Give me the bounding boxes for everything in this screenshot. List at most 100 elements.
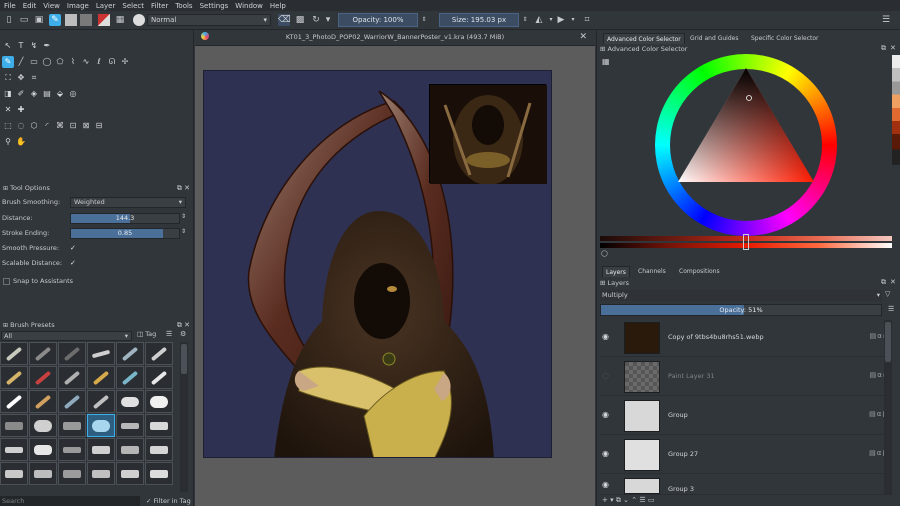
settings-icon[interactable]: ☰	[880, 14, 892, 26]
size-stepper-icon[interactable]: ⇕	[519, 14, 531, 26]
layer-group-row[interactable]: ◉ Group ▤α▦	[600, 397, 892, 435]
brush-preset[interactable]	[58, 414, 86, 437]
brush-preset[interactable]	[29, 414, 57, 437]
tag-selector[interactable]: ◫ Tag	[137, 330, 156, 338]
float-icon[interactable]: ⧉	[881, 278, 886, 287]
brush-preset[interactable]	[116, 414, 144, 437]
brush-tool-icon[interactable]: ✎	[49, 14, 61, 26]
reference-tool-icon[interactable]: ✚	[15, 104, 27, 116]
foreground-color-swatch[interactable]	[65, 14, 77, 26]
brush-filter-select[interactable]: All ▾	[1, 331, 132, 341]
menu-layer[interactable]: Layer	[96, 2, 116, 10]
brush-preset[interactable]	[145, 462, 173, 485]
menu-view[interactable]: View	[43, 2, 60, 10]
smooth-pressure-checkbox[interactable]: ✓	[70, 244, 76, 252]
polyline-tool-icon[interactable]: ⌇	[67, 56, 79, 68]
bezier-select-icon[interactable]: ⊠	[80, 120, 92, 132]
color-picker-icon[interactable]: ✐	[15, 88, 27, 100]
delete-layer-icon[interactable]: ▭	[648, 496, 655, 504]
close-icon[interactable]: ✕	[184, 321, 190, 329]
saturation-value-triangle[interactable]	[670, 66, 822, 186]
transform-tool-icon[interactable]: ⛶	[2, 72, 14, 84]
close-icon[interactable]: ✕	[579, 32, 587, 42]
fill-tool-icon[interactable]: ⬙	[54, 88, 66, 100]
settings-icon[interactable]: ⚙	[180, 330, 186, 338]
tab-layers[interactable]: Layers	[602, 266, 630, 277]
layer-blend-mode-select[interactable]: Multiply ▾	[600, 290, 882, 301]
chevron-down-icon[interactable]: ▾	[610, 496, 614, 504]
edit-shapes-icon[interactable]: ↯	[28, 40, 40, 52]
eye-hidden-icon[interactable]: ◌	[602, 371, 609, 380]
snap-checkbox[interactable]	[3, 278, 10, 285]
tab-grid-and-guides[interactable]: Grid and Guides	[687, 33, 741, 44]
brush-preset[interactable]	[87, 438, 115, 461]
menu-help[interactable]: Help	[270, 2, 286, 10]
magnetic-select-icon[interactable]: ⊟	[93, 120, 105, 132]
eye-icon[interactable]: ◉	[602, 449, 609, 458]
stepper-icon[interactable]: ⇕	[181, 228, 186, 235]
layer-group-row[interactable]: ◉ Group 3	[600, 475, 892, 495]
brush-preset[interactable]	[58, 342, 86, 365]
brush-preset[interactable]	[29, 342, 57, 365]
brush-preset[interactable]	[116, 366, 144, 389]
eye-icon[interactable]: ◉	[602, 332, 609, 341]
close-icon[interactable]: ✕	[890, 278, 896, 286]
brush-preset[interactable]	[58, 366, 86, 389]
crop-tool-icon[interactable]: ⌗	[28, 72, 40, 84]
layer-group-row[interactable]: ◉ Group 27 ▤α▦	[600, 436, 892, 474]
brush-preset[interactable]	[87, 390, 115, 413]
menu-file[interactable]: File	[4, 2, 16, 10]
document-tab[interactable]: KT01_3_PhotoD_POP02_WarriorW_BannerPoste…	[195, 30, 595, 46]
new-document-icon[interactable]: ▯	[3, 14, 15, 26]
multibrush-icon[interactable]: ✢	[119, 56, 131, 68]
brush-preset[interactable]	[0, 438, 28, 461]
close-icon[interactable]: ✕	[184, 184, 190, 192]
size-slider[interactable]: Size: 195.03 px	[439, 13, 519, 27]
menu-icon[interactable]: ☰	[166, 330, 172, 338]
similar-select-icon[interactable]: ⊡	[67, 120, 79, 132]
contiguous-select-icon[interactable]: ⌘	[54, 120, 66, 132]
menu-window[interactable]: Window	[235, 2, 263, 10]
chevron-down-icon[interactable]: ▾	[567, 14, 579, 26]
move-up-icon[interactable]: ⌃	[631, 496, 637, 504]
brush-preset-icon[interactable]	[133, 14, 145, 26]
float-icon[interactable]: ⧉	[177, 321, 182, 329]
layer-opacity-slider[interactable]: Opacity: 51%	[600, 304, 882, 316]
radio-icon[interactable]: ◯	[601, 250, 608, 257]
brush-preset[interactable]	[58, 438, 86, 461]
brush-preset[interactable]	[0, 342, 28, 365]
colorize-mask-icon[interactable]: ◈	[28, 88, 40, 100]
color-settings-icon[interactable]: ▦	[602, 57, 610, 66]
gradient-tool-icon[interactable]: ◨	[2, 88, 14, 100]
eye-icon[interactable]: ◉	[602, 480, 609, 489]
ellipse-select-icon[interactable]: ◌	[15, 120, 27, 132]
preserve-alpha-icon[interactable]: ▩	[294, 14, 306, 26]
brush-preset[interactable]	[58, 390, 86, 413]
calligraphy-icon[interactable]: ✒	[41, 40, 53, 52]
float-icon[interactable]: ⧉	[881, 44, 886, 53]
ellipse-tool-icon[interactable]: ◯	[41, 56, 53, 68]
brush-smoothing-select[interactable]: Weighted ▾	[70, 197, 186, 208]
freehand-path-icon[interactable]: ℓ	[93, 56, 105, 68]
brush-preset[interactable]	[29, 366, 57, 389]
save-icon[interactable]: ▣	[33, 14, 45, 26]
brush-preset[interactable]	[0, 366, 28, 389]
brush-preset[interactable]	[145, 366, 173, 389]
open-document-icon[interactable]: ▭	[18, 14, 30, 26]
rect-select-icon[interactable]: ⬚	[2, 120, 14, 132]
chevron-down-icon[interactable]: ▾	[322, 14, 334, 26]
brush-preset[interactable]	[87, 462, 115, 485]
float-icon[interactable]: ⧉	[177, 184, 182, 192]
brush-preset-selected[interactable]	[87, 414, 115, 437]
stepper-icon[interactable]: ⇕	[181, 213, 186, 220]
close-icon[interactable]: ✕	[890, 44, 896, 52]
brush-preset[interactable]	[87, 342, 115, 365]
distance-slider[interactable]: 144.3	[70, 213, 180, 224]
add-layer-icon[interactable]: +	[602, 496, 608, 504]
duplicate-layer-icon[interactable]: ⧉	[616, 496, 621, 504]
brush-scrollbar[interactable]	[180, 342, 188, 492]
pan-tool-icon[interactable]: ✋	[15, 136, 27, 148]
opacity-slider[interactable]: Opacity: 100%	[338, 13, 418, 27]
smart-patch-icon[interactable]: ▤	[41, 88, 53, 100]
zoom-tool-icon[interactable]: ⚲	[2, 136, 14, 148]
